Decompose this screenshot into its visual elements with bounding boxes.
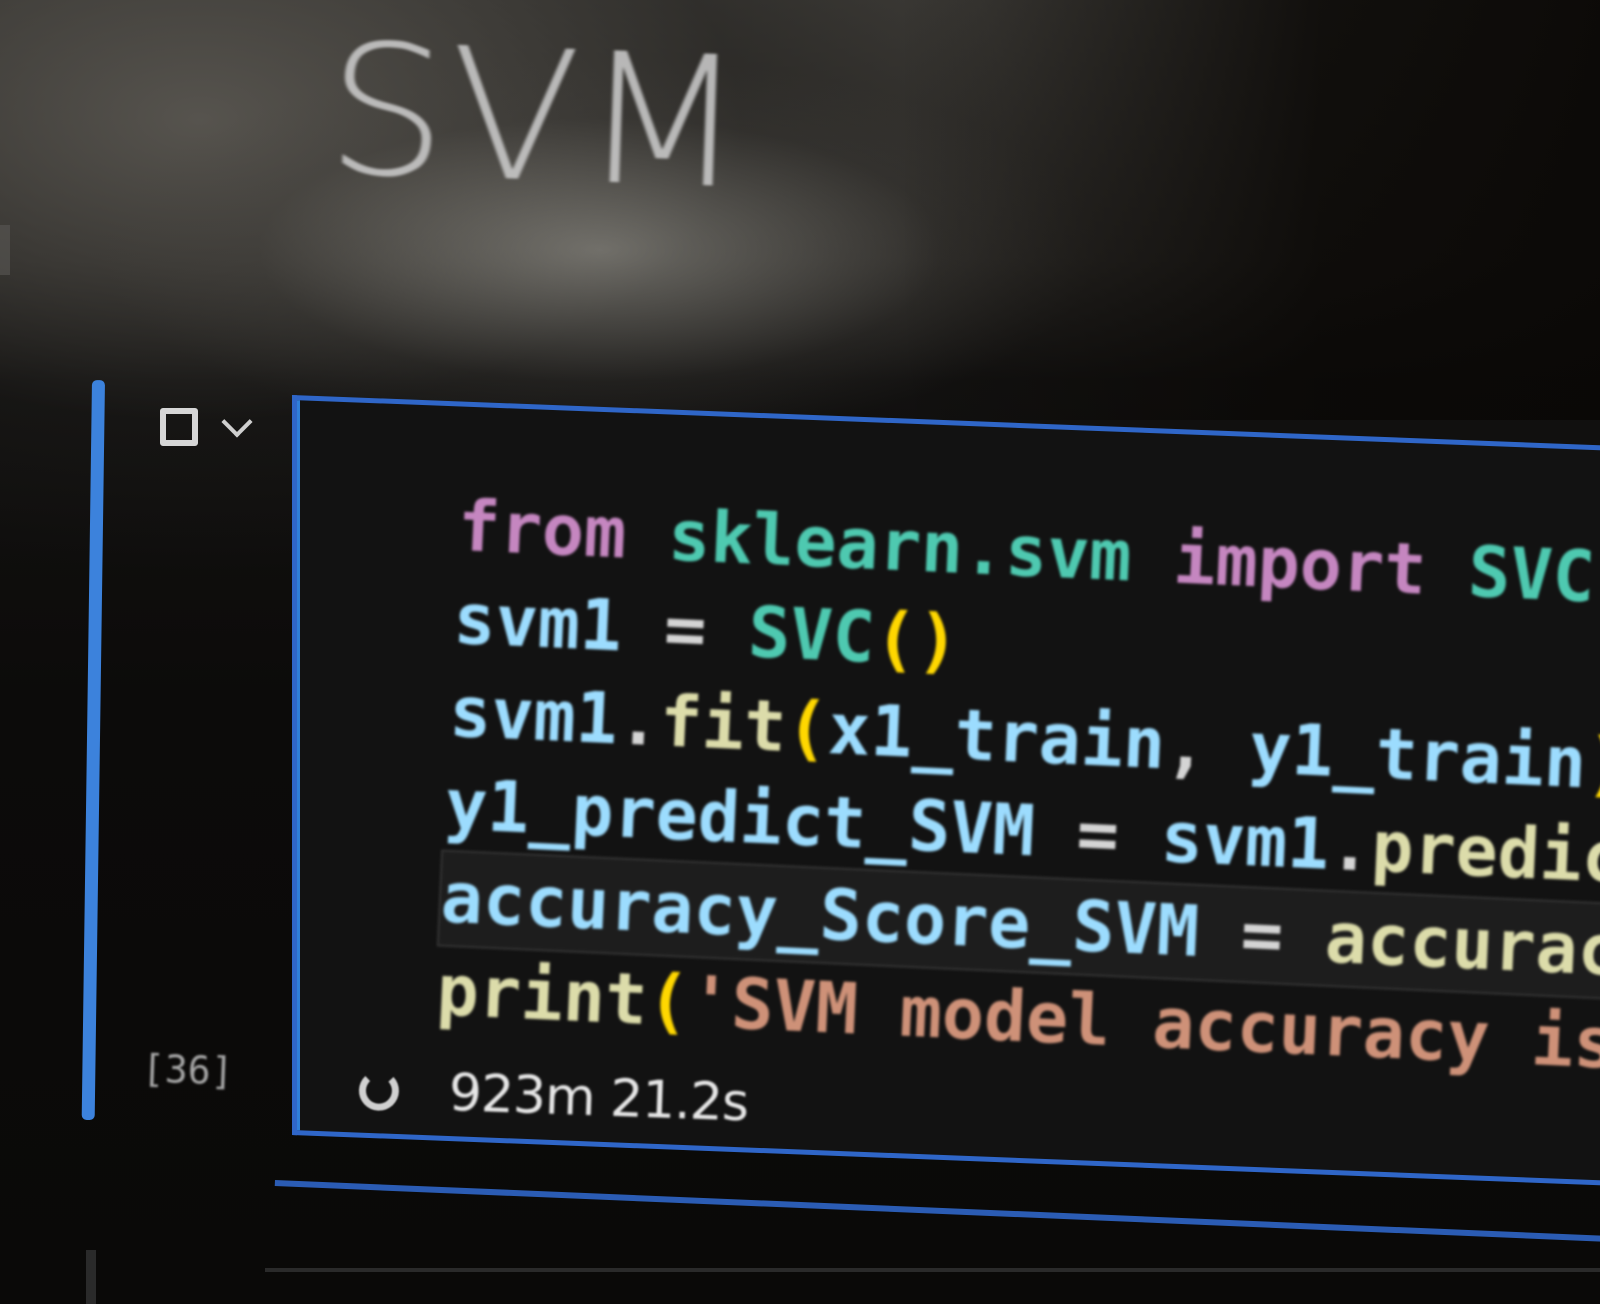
code-token: predict	[1369, 805, 1600, 902]
code-token: accuracy_	[1323, 896, 1600, 996]
code-token: SVC	[746, 591, 877, 679]
code-token: from	[456, 484, 629, 575]
chevron-down-icon[interactable]	[221, 406, 253, 438]
code-token: ()	[872, 597, 961, 683]
next-cell-top-border	[265, 1268, 1600, 1272]
code-token: svm1	[1159, 796, 1332, 886]
elapsed-time: 923m 21.2s	[447, 1063, 750, 1134]
code-token: )	[1584, 722, 1600, 807]
code-token: (	[645, 959, 692, 1043]
section-heading: SVM	[323, 4, 751, 230]
code-token: print	[434, 949, 650, 1041]
code-token: svm1	[447, 670, 620, 761]
code-token: svm1	[451, 577, 624, 668]
code-token: ,	[1163, 703, 1252, 790]
cell-focus-edge	[297, 400, 300, 1131]
code-token: import	[1171, 517, 1429, 611]
cell-toolbar	[160, 406, 253, 446]
code-token: .	[616, 678, 662, 763]
spinner-icon	[358, 1069, 400, 1112]
code-token: =	[620, 585, 751, 674]
code-token: x1_train	[826, 688, 1168, 786]
code-token: .	[1327, 803, 1374, 888]
background-shadow	[900, 0, 1600, 420]
code-token: =	[1196, 891, 1328, 979]
next-cell-edge	[86, 1250, 96, 1304]
code-token: sklearn.svm	[666, 494, 1134, 598]
code-editor[interactable]: from sklearn.svm import SVC svm1 = SVC() s…	[435, 480, 1600, 1095]
execution-count: [36]	[141, 1046, 235, 1094]
stop-icon[interactable]	[160, 408, 198, 446]
code-token: y1_train	[1247, 707, 1589, 805]
code-token: (	[784, 686, 831, 770]
code-token: =	[1032, 790, 1163, 879]
code-token: SVC	[1466, 530, 1597, 619]
code-token: fit	[658, 680, 789, 769]
left-edge-marker	[0, 225, 10, 275]
